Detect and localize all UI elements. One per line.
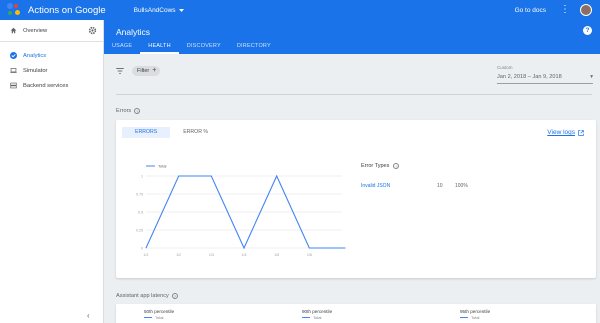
x-tick-label: 1/3 <box>209 253 214 257</box>
latency-card: 50th percentile Total 90th percentile To… <box>116 304 596 323</box>
data-point <box>178 175 180 177</box>
data-point <box>145 247 147 249</box>
home-icon <box>10 27 17 34</box>
sidebar-item-label: Overview <box>23 27 48 34</box>
sidebar-item-analytics[interactable]: Analytics <box>0 48 103 63</box>
tab-health[interactable]: HEALTH <box>140 41 179 54</box>
data-point <box>243 247 245 249</box>
legend-label: Total <box>155 315 164 320</box>
view-logs-link[interactable]: View logs <box>547 129 584 136</box>
percentile-title: 50th percentile <box>144 309 175 314</box>
x-tick-label: 1/2 <box>176 253 181 257</box>
filter-icon[interactable] <box>116 68 124 74</box>
more-vert-icon[interactable]: ⋮ <box>560 5 570 15</box>
date-range-value: Jan 2, 2018 – Jan 9, 2018 <box>497 74 562 80</box>
latency-90th: 90th percentile Total <box>302 309 332 320</box>
data-point <box>276 175 278 177</box>
project-name: BullsAndCows <box>133 6 176 14</box>
go-to-docs-link[interactable]: Go to docs <box>515 7 546 14</box>
x-tick-label: 1/6 <box>307 253 312 257</box>
gear-icon[interactable] <box>88 26 97 35</box>
help-outline-icon[interactable]: ? <box>134 108 141 114</box>
project-selector[interactable]: BullsAndCows <box>134 7 184 14</box>
tab-errors[interactable]: ERRORS <box>122 127 171 138</box>
help-outline-icon[interactable]: ? <box>171 293 178 299</box>
error-type-count: 10 <box>437 183 443 189</box>
main-content: Filter + Custom Jan 2, 2018 – Jan 9, 201… <box>104 54 600 323</box>
y-tick-label: 0.25 <box>136 229 143 233</box>
tab-directory[interactable]: DIRECTORY <box>229 41 279 54</box>
page-title: Analytics <box>116 27 151 37</box>
sidebar: Overview Analytics Simulator Backend ser… <box>0 20 104 323</box>
table-row[interactable]: Invalid JSON 10 100% <box>361 183 496 189</box>
x-tick-label: 1/1 <box>144 253 149 257</box>
errors-heading: Errors <box>116 108 132 114</box>
google-assistant-logo[interactable] <box>7 3 21 17</box>
data-point <box>308 247 310 249</box>
tab-error-percent[interactable]: ERROR % <box>170 127 221 138</box>
latency-section-label: Assistant app latency ? <box>116 293 178 299</box>
sidebar-item-overview[interactable]: Overview <box>0 20 103 42</box>
legend-item: Total <box>144 315 174 320</box>
legend-item: Total <box>302 315 332 320</box>
latency-heading: Assistant app latency <box>116 293 169 299</box>
divider <box>116 94 592 95</box>
sidebar-item-label: Backend services <box>23 82 69 89</box>
error-types-header: Error Types ? <box>361 163 400 169</box>
help-icon[interactable]: ? <box>583 26 592 35</box>
chevron-down-icon <box>178 8 184 12</box>
collapse-sidebar-icon[interactable]: ‹ <box>87 311 90 320</box>
y-tick-label: 0 <box>141 247 143 251</box>
legend-item: Total <box>460 315 490 320</box>
errors-line-chart: 0 0.25 0.5 0.75 1 1/1 1/2 1/3 1/4 1/5 1/6 Total <box>136 164 346 257</box>
y-tick-label: 0.5 <box>138 211 143 215</box>
legend-label: Total <box>471 315 480 320</box>
latency-50th: 50th percentile Total <box>144 309 174 320</box>
sidebar-item-backend-services[interactable]: Backend services <box>0 78 103 93</box>
view-logs-label: View logs <box>547 129 575 136</box>
legend-label: Total <box>158 164 167 169</box>
filter-row: Filter + <box>116 66 161 76</box>
page-header: Analytics ? USAGE HEALTH DISCOVERY DIREC… <box>104 20 600 54</box>
sidebar-item-label: Simulator <box>23 67 48 74</box>
legend-label: Total <box>313 315 322 320</box>
add-filter-icon: + <box>152 67 157 74</box>
filter-chip[interactable]: Filter + <box>132 66 161 76</box>
tab-usage[interactable]: USAGE <box>104 41 140 54</box>
laptop-icon <box>10 67 17 74</box>
open-in-new-icon <box>578 129 584 136</box>
x-tick-label: 1/5 <box>274 253 279 257</box>
y-tick-label: 1 <box>141 175 143 179</box>
server-icon <box>10 82 17 89</box>
analytics-tabs: USAGE HEALTH DISCOVERY DIRECTORY <box>104 41 279 54</box>
sidebar-item-label: Analytics <box>23 52 47 59</box>
date-range-label: Custom <box>497 65 513 70</box>
percentile-title: 95th percentile <box>460 309 491 314</box>
sidebar-item-simulator[interactable]: Simulator <box>0 63 103 78</box>
y-tick-label: 0.75 <box>136 193 143 197</box>
analytics-check-icon <box>10 52 17 59</box>
error-types-label: Error Types <box>361 163 390 169</box>
data-point <box>210 175 212 177</box>
filter-label: Filter <box>137 68 150 74</box>
app-title: Actions on Google <box>28 4 106 16</box>
top-app-bar: Actions on Google BullsAndCows Go to doc… <box>0 0 600 20</box>
error-type-percent: 100% <box>455 183 468 189</box>
dropdown-arrow-icon: ▾ <box>590 74 593 80</box>
error-type-name[interactable]: Invalid JSON <box>361 183 437 189</box>
x-tick-label: 1/4 <box>242 253 247 257</box>
errors-tabs: ERRORS ERROR % <box>122 127 221 138</box>
errors-section-label: Errors ? <box>116 108 141 114</box>
percentile-title: 90th percentile <box>302 309 333 314</box>
data-point <box>344 247 346 249</box>
avatar[interactable] <box>580 4 592 16</box>
errors-card: ERRORS ERROR % View logs 0 0.25 0.5 0.75 1 1/… <box>116 120 596 278</box>
help-outline-icon[interactable]: ? <box>393 163 400 169</box>
latency-95th: 95th percentile Total <box>460 309 490 320</box>
date-range-picker[interactable]: Custom Jan 2, 2018 – Jan 9, 2018 ▾ <box>497 65 593 84</box>
tab-discovery[interactable]: DISCOVERY <box>179 41 229 54</box>
